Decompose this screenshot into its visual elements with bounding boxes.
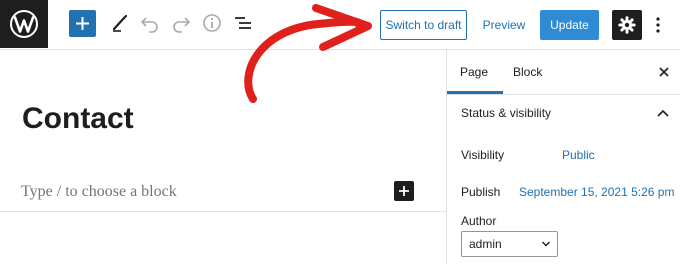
update-button[interactable]: Update	[540, 10, 599, 40]
switch-to-draft-button[interactable]: Switch to draft	[380, 10, 467, 40]
tab-page[interactable]: Page	[460, 50, 490, 94]
sidebar-border	[446, 50, 447, 264]
tab-block[interactable]: Block	[513, 50, 542, 94]
preview-button[interactable]: Preview	[480, 10, 528, 40]
visibility-label: Visibility	[461, 148, 505, 162]
redo-icon[interactable]	[170, 12, 192, 34]
pencil-icon[interactable]	[109, 12, 131, 34]
add-block-button[interactable]	[69, 10, 96, 37]
chevron-down-icon	[542, 241, 550, 247]
visibility-value-link[interactable]: Public	[562, 148, 595, 162]
gear-icon	[618, 16, 636, 34]
info-icon[interactable]	[201, 12, 223, 34]
wordpress-logo-button[interactable]	[0, 0, 48, 48]
author-select[interactable]: admin	[461, 231, 558, 257]
status-visibility-panel-toggle[interactable]: Status & visibility	[461, 106, 551, 120]
block-placeholder[interactable]: Type / to choose a block	[21, 183, 177, 201]
vertical-ellipsis-icon[interactable]	[650, 12, 666, 38]
chevron-up-icon[interactable]	[655, 107, 671, 119]
page-title[interactable]: Contact	[22, 102, 134, 136]
wordpress-logo-icon	[10, 10, 38, 38]
close-icon[interactable]	[656, 64, 672, 80]
publish-date-link[interactable]: September 15, 2021 5:26 pm	[519, 185, 674, 199]
author-label: Author	[461, 214, 497, 228]
publish-label: Publish	[461, 185, 501, 199]
plus-icon	[399, 186, 409, 196]
author-select-value: admin	[469, 237, 502, 251]
inline-add-block-button[interactable]	[394, 181, 414, 201]
plus-icon	[76, 17, 89, 30]
editor-divider	[0, 211, 446, 212]
undo-icon[interactable]	[139, 12, 161, 34]
settings-button[interactable]	[612, 10, 642, 40]
sidebar-tabs-divider	[447, 94, 680, 95]
header-divider	[0, 49, 680, 50]
list-view-icon[interactable]	[232, 12, 254, 34]
